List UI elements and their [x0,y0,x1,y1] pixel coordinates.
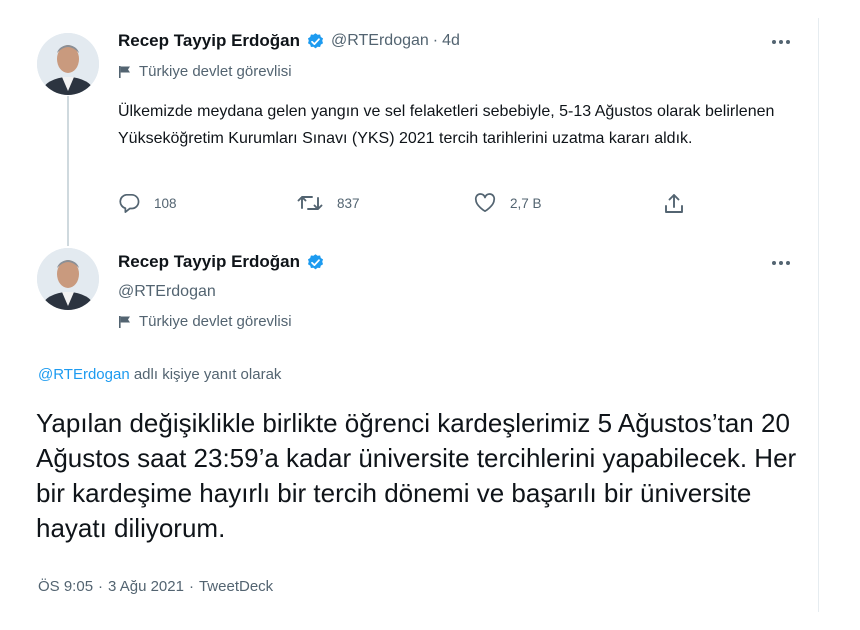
retweet-icon [297,196,323,210]
account-label-text: Türkiye devlet görevlisi [139,313,292,330]
tweet-time[interactable]: 4d [442,32,460,50]
reply-count: 108 [154,195,177,211]
avatar[interactable] [37,33,99,95]
tweet-source[interactable]: TweetDeck [199,578,273,595]
tweet2-header: Recep Tayyip Erdoğan [118,252,325,272]
flag-icon [119,315,130,328]
share-button[interactable] [663,193,699,215]
verified-badge-icon [307,253,324,269]
timeline-border [818,18,819,612]
reply-button[interactable]: 108 [118,193,177,213]
reply-icon [119,193,140,213]
like-icon [474,193,496,213]
author-name[interactable]: Recep Tayyip Erdoğan [118,31,300,51]
flag-icon [119,65,130,78]
separator-dot: · [98,578,104,595]
more-icon [772,40,790,44]
account-label[interactable]: Türkiye devlet görevlisi [118,313,292,330]
retweet-button[interactable]: 837 [297,193,360,213]
like-count: 2,7 B [510,195,542,211]
replying-to: @RTErdogan adlı kişiye yanıt olarak [38,366,281,383]
separator-dot: · [432,32,439,49]
author-handle[interactable]: @RTErdogan [331,32,429,50]
like-button[interactable]: 2,7 B [474,193,542,213]
retweet-count: 837 [337,195,360,211]
verified-badge-icon [307,32,324,48]
reply-mention-link[interactable]: @RTErdogan [38,366,130,383]
avatar[interactable] [37,248,99,310]
tweet1-text: Ülkemizde meydana gelen yangın ve sel fe… [118,103,775,147]
tweet-meta: ÖS 9:05 · 3 Ağu 2021 · TweetDeck [38,578,273,595]
more-options-button[interactable] [767,253,795,273]
tweet-date[interactable]: 3 Ağu 2021 [108,578,184,595]
tweet2-text: Yapılan değişiklikle birlikte öğrenci ka… [36,408,797,543]
share-icon [665,194,683,213]
account-label[interactable]: Türkiye devlet görevlisi [118,63,292,80]
reply-to-text: adlı kişiye yanıt olarak [129,366,282,383]
more-options-button[interactable] [767,32,795,52]
thread-connector [67,96,69,246]
author-handle[interactable]: @RTErdogan [118,283,216,301]
author-name[interactable]: Recep Tayyip Erdoğan [118,252,300,272]
account-label-text: Türkiye devlet görevlisi [139,63,292,80]
more-icon [772,261,790,265]
tweet-time[interactable]: ÖS 9:05 [38,578,93,595]
tweet1-header: Recep Tayyip Erdoğan @RTErdogan · 4d [118,31,460,51]
separator-dot: · [188,578,194,595]
